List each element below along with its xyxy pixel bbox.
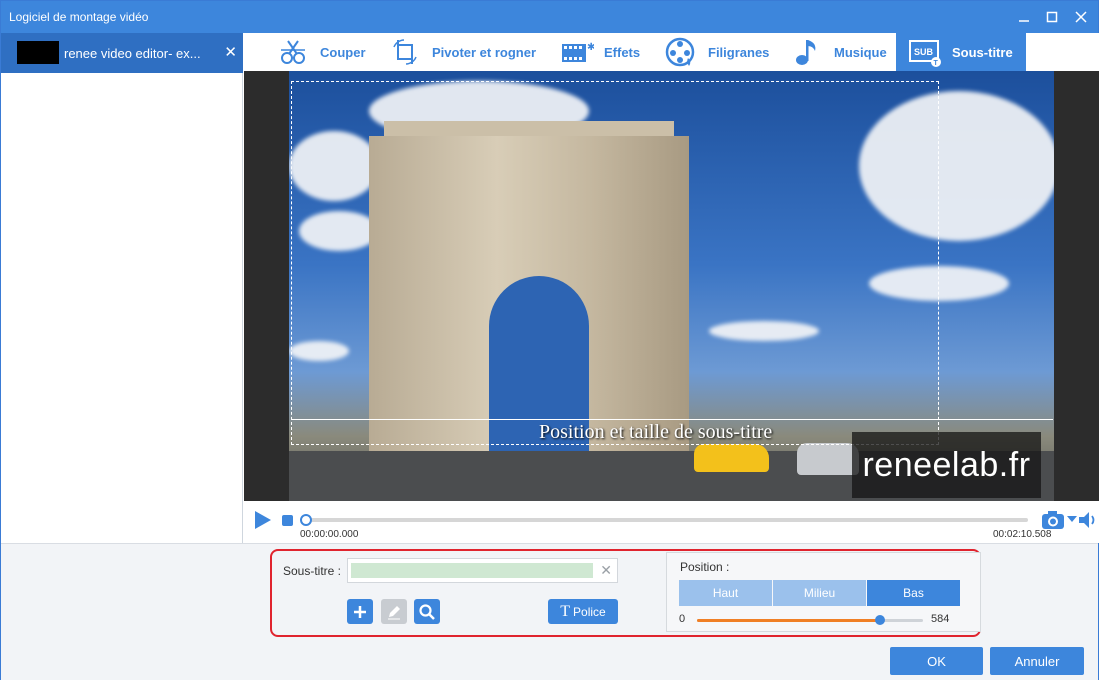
add-subtitle-button[interactable] [347, 599, 373, 624]
play-button[interactable] [252, 510, 272, 530]
window-title: Logiciel de montage vidéo [9, 10, 149, 24]
maximize-button[interactable] [1037, 1, 1067, 33]
plus-icon [354, 605, 366, 618]
file-name: renee video editor- ex... [64, 46, 201, 61]
subtitle-settings-panel: Sous-titre : ✕ T Police Position : Haut … [1, 543, 1098, 680]
tab-filigranes[interactable]: Filigranes [664, 33, 769, 71]
subtitle-bounding-box[interactable] [291, 81, 939, 445]
total-time: 00:02:10.508 [993, 529, 1052, 540]
title-bar: Logiciel de montage vidéo [1, 1, 1098, 33]
subtitle-preview-text: Position et taille de sous-titre [539, 421, 773, 443]
edit-tabs: Couper Pivoter et rogner ✱ Effets Filigr… [244, 33, 1099, 71]
position-middle-button[interactable]: Milieu [773, 580, 866, 606]
tab-sous-titre[interactable]: SUB T Sous-titre [896, 33, 1026, 71]
tab-couper[interactable]: Couper [276, 33, 366, 71]
file-thumbnail [17, 41, 59, 64]
search-icon [419, 603, 435, 620]
minimize-button[interactable] [1009, 1, 1039, 33]
position-top-button[interactable]: Haut [679, 580, 772, 606]
watermark-logo: reneelab.fr [852, 432, 1041, 498]
slider-knob[interactable] [875, 615, 886, 625]
edit-subtitle-button[interactable] [381, 599, 407, 624]
music-note-icon [790, 35, 824, 69]
tab-sous-titre-label: Sous-titre [952, 44, 1013, 60]
camera-icon [1042, 511, 1064, 529]
subtitle-label: Sous-titre : [283, 564, 342, 578]
current-time: 00:00:00.000 [300, 529, 359, 540]
subtitle-baseline [291, 419, 1053, 420]
close-window-button[interactable] [1066, 1, 1096, 33]
tab-musique-label: Musique [834, 44, 887, 60]
volume-button[interactable] [1078, 511, 1098, 529]
tab-effets[interactable]: ✱ Effets [560, 33, 640, 71]
position-box: Position : Haut Milieu Bas 0 584 [666, 552, 981, 632]
position-bottom-button[interactable]: Bas [867, 580, 960, 606]
seek-track[interactable] [304, 518, 1028, 522]
file-tab[interactable]: renee video editor- ex... ✕ [1, 33, 243, 73]
stop-button[interactable] [282, 515, 293, 526]
file-list-panel: renee video editor- ex... ✕ [1, 33, 243, 543]
search-subtitle-button[interactable] [414, 599, 440, 624]
font-icon: T [560, 602, 571, 620]
close-icon [1075, 11, 1087, 23]
effects-film-icon: ✱ [560, 35, 594, 69]
svg-text:SUB: SUB [914, 47, 934, 57]
font-button-label: Police [573, 604, 606, 619]
volume-icon [1079, 512, 1095, 528]
font-button[interactable]: T Police [548, 599, 618, 624]
subtitle-input-box: ✕ [347, 558, 618, 583]
tab-musique[interactable]: Musique [790, 33, 887, 71]
snapshot-button[interactable] [1041, 510, 1065, 530]
watermark-reel-icon [664, 35, 698, 69]
seek-thumb[interactable] [300, 514, 312, 526]
slider-fill [697, 619, 881, 622]
position-label: Position : [680, 560, 730, 574]
subtitle-input[interactable] [351, 563, 593, 578]
tab-couper-label: Couper [320, 44, 366, 60]
position-slider[interactable] [697, 615, 923, 625]
crop-rotate-icon [388, 35, 422, 69]
pencil-icon [388, 605, 400, 619]
maximize-icon [1046, 11, 1058, 23]
ok-button[interactable]: OK [890, 647, 983, 675]
slider-min-value: 0 [679, 613, 686, 625]
clear-icon[interactable]: ✕ [600, 562, 612, 579]
svg-text:T: T [934, 60, 939, 67]
svg-text:✱: ✱ [587, 42, 594, 53]
tab-filigranes-label: Filigranes [708, 44, 770, 60]
minimize-icon [1019, 20, 1029, 22]
tab-pivoter-rogner-label: Pivoter et rogner [432, 44, 537, 60]
cancel-button[interactable]: Annuler [990, 647, 1084, 675]
slider-max-value: 584 [931, 613, 950, 625]
scissors-icon [276, 35, 310, 69]
subtitle-icon: SUB T [908, 35, 942, 69]
tab-pivoter-rogner[interactable]: Pivoter et rogner [388, 33, 536, 71]
play-icon [255, 511, 271, 529]
player-controls: 00:00:00.000 00:02:10.508 [244, 501, 1099, 543]
file-close-icon[interactable]: ✕ [224, 43, 237, 61]
chevron-down-icon[interactable] [1067, 516, 1077, 522]
app-window: Logiciel de montage vidéo renee video ed… [0, 0, 1099, 680]
tab-effets-label: Effets [604, 44, 641, 60]
